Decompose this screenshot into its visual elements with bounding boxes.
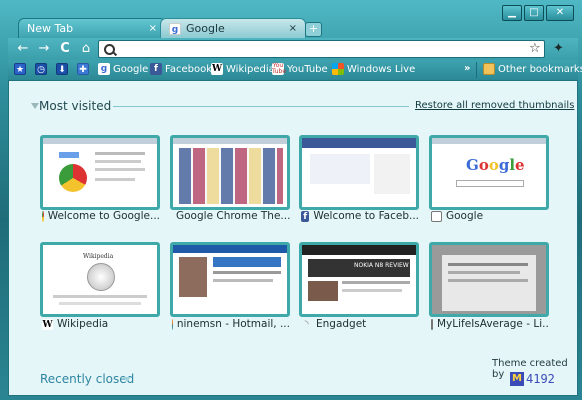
facebook-icon: f bbox=[150, 63, 162, 75]
thumbnail-ninemsn[interactable] bbox=[170, 242, 290, 317]
tile-title: Wikipedia bbox=[57, 318, 109, 330]
bookmark-app-download[interactable]: ⬇ bbox=[56, 63, 68, 75]
bookmark-star-icon[interactable]: ☆ bbox=[529, 41, 541, 56]
windows-live-icon bbox=[332, 63, 344, 75]
bookmark-wikipedia[interactable]: W Wikipedia bbox=[211, 63, 275, 75]
tile-title: Google bbox=[446, 210, 484, 222]
tile-title: MyLifeIsAverage - Li... bbox=[437, 318, 549, 330]
bookmark-label: YouTube bbox=[287, 63, 328, 75]
tile-title: Google Chrome The... bbox=[176, 210, 290, 222]
other-bookmarks-label: Other bookmarks bbox=[498, 63, 582, 75]
thumbnail-google[interactable]: Google bbox=[429, 135, 549, 210]
most-visited-heading: Most visited bbox=[39, 99, 112, 113]
tab-label: Google bbox=[186, 22, 225, 35]
search-icon bbox=[104, 44, 115, 55]
thumbnail-caption[interactable]: f Welcome to Faceb... bbox=[301, 210, 419, 222]
bookmark-facebook[interactable]: f Facebook bbox=[150, 63, 212, 75]
ninemsn-icon bbox=[172, 318, 173, 330]
tab-close-icon[interactable]: × bbox=[289, 23, 297, 34]
tile-title: Engadget bbox=[316, 318, 367, 330]
window-controls: ▁ □ ✕ bbox=[502, 5, 574, 21]
thumbnail-caption[interactable]: W Wikipedia bbox=[42, 318, 160, 330]
page-icon bbox=[431, 210, 442, 222]
section-divider bbox=[113, 106, 409, 107]
thumbnail-google-chrome-themes[interactable] bbox=[170, 135, 290, 210]
wikipedia-icon: W bbox=[211, 63, 223, 75]
reload-button[interactable]: C bbox=[58, 42, 72, 56]
theme-author-logo: M 4192 bbox=[510, 372, 555, 386]
home-button[interactable]: ⌂ bbox=[79, 42, 93, 56]
bookmark-youtube[interactable]: You Tube YouTube bbox=[272, 63, 328, 75]
thumbnail-wikipedia[interactable]: Wikipedia bbox=[40, 242, 160, 317]
facebook-icon: f bbox=[301, 210, 310, 222]
forward-button[interactable]: → bbox=[37, 42, 51, 56]
bookmark-app-clock[interactable]: ◷ bbox=[35, 63, 47, 75]
bookmark-label: Google bbox=[113, 63, 149, 75]
google-favicon-icon: g bbox=[169, 22, 181, 35]
tab-google[interactable]: g Google × bbox=[160, 18, 306, 38]
restore-thumbnails-link[interactable]: Restore all removed thumbnails bbox=[415, 100, 574, 111]
omnibox[interactable] bbox=[98, 40, 545, 58]
tile-title: Welcome to Google... bbox=[47, 210, 160, 222]
bookmark-label: Wikipedia bbox=[226, 63, 275, 75]
tab-close-icon[interactable]: × bbox=[149, 23, 157, 34]
thumbnail-welcome-google[interactable] bbox=[40, 135, 160, 210]
download-app-icon: ⬇ bbox=[56, 63, 68, 75]
close-window-button[interactable]: ✕ bbox=[546, 5, 574, 21]
chevron-down-icon bbox=[123, 377, 131, 382]
bookmark-app-puzzle[interactable]: ✚ bbox=[77, 63, 89, 75]
tile-title: Welcome to Faceb... bbox=[313, 210, 419, 222]
chrome-icon bbox=[42, 210, 44, 222]
thumbnail-facebook[interactable] bbox=[299, 135, 419, 210]
bookmarks-separator bbox=[476, 62, 477, 78]
youtube-icon: You Tube bbox=[272, 62, 287, 75]
minimize-button[interactable]: ▁ bbox=[502, 5, 522, 21]
maximize-button[interactable]: □ bbox=[524, 5, 544, 21]
thumbnail-caption[interactable]: Google Chrome The... bbox=[172, 210, 290, 222]
puzzle-app-icon: ✚ bbox=[77, 63, 89, 75]
clock-app-icon: ◷ bbox=[35, 63, 47, 75]
tile-title: ninemsn - Hotmail, ... bbox=[176, 318, 290, 330]
thumbnail-caption[interactable]: ninemsn - Hotmail, ... bbox=[172, 318, 290, 330]
theme-logo-number: 4192 bbox=[526, 372, 555, 386]
wikipedia-icon: W bbox=[42, 318, 53, 330]
wrench-menu-icon[interactable]: ✦ bbox=[553, 41, 564, 56]
thumbnail-caption[interactable]: Google bbox=[431, 210, 549, 222]
thumbnail-caption[interactable]: ◝ Engadget bbox=[301, 318, 419, 330]
bookmark-app-star[interactable]: ★ bbox=[14, 63, 26, 75]
bookmark-label: Facebook bbox=[165, 63, 212, 75]
thumbnail-caption[interactable]: MyLifeIsAverage - Li... bbox=[431, 318, 549, 330]
thumbnail-caption[interactable]: Welcome to Google... bbox=[42, 210, 160, 222]
tab-label: New Tab bbox=[27, 22, 74, 35]
new-tab-page bbox=[8, 80, 578, 396]
bookmark-google[interactable]: g Google bbox=[98, 63, 148, 75]
google-icon: g bbox=[98, 63, 110, 75]
star-app-icon: ★ bbox=[14, 63, 26, 75]
folder-icon bbox=[483, 63, 495, 75]
new-tab-button[interactable]: + bbox=[305, 22, 322, 37]
page-icon bbox=[431, 318, 433, 330]
thumbnail-engadget[interactable]: NOKIA N8 REVIEW bbox=[299, 242, 419, 317]
bookmark-label: Windows Live bbox=[347, 63, 416, 75]
collapse-triangle-icon[interactable] bbox=[31, 103, 39, 109]
other-bookmarks[interactable]: Other bookmarks bbox=[483, 63, 582, 75]
bookmarks-overflow-chevron-icon[interactable]: » bbox=[464, 63, 470, 74]
rss-icon: ◝ bbox=[304, 318, 309, 330]
back-button[interactable]: ← bbox=[16, 42, 30, 56]
tab-new-tab[interactable]: New Tab × bbox=[18, 18, 166, 38]
theme-logo-letter: M bbox=[510, 372, 524, 386]
thumbnail-mylifeisaverage[interactable] bbox=[429, 242, 549, 317]
bookmark-windows-live[interactable]: Windows Live bbox=[332, 63, 415, 75]
recently-closed-button[interactable]: Recently closed bbox=[40, 372, 134, 386]
